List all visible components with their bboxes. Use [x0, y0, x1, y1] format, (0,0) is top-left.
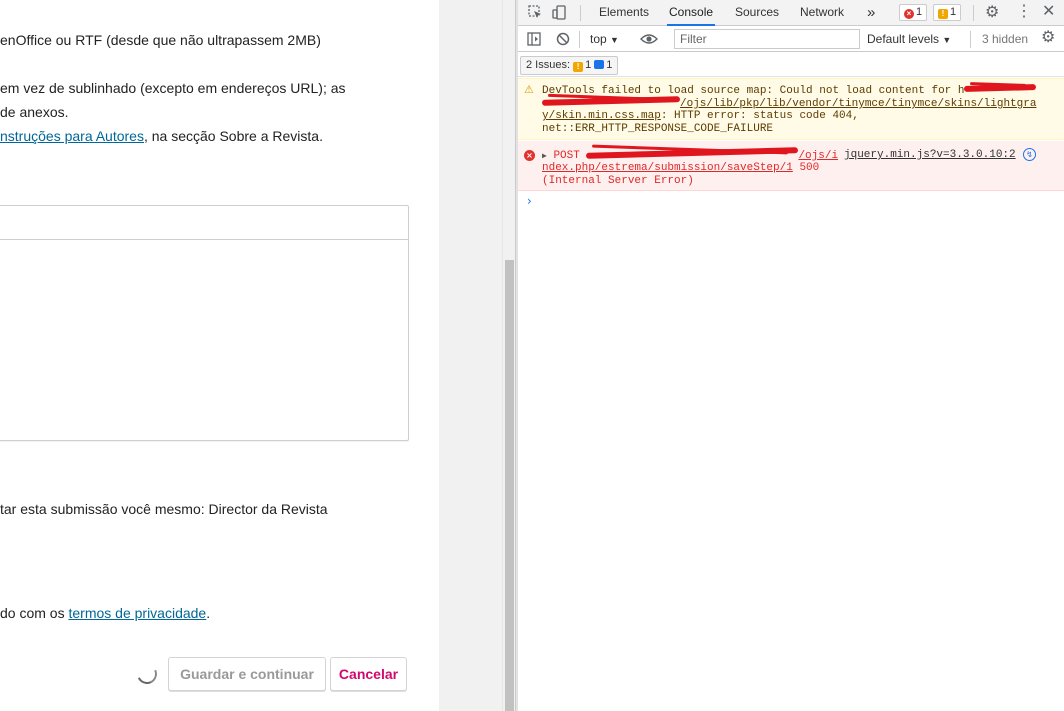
error-icon: ×	[904, 9, 914, 19]
error-line-1: ▶ POST /ojs/i	[542, 149, 838, 163]
privacy-link[interactable]: termos de privacidade	[68, 605, 206, 621]
error-circle-icon: ×	[524, 147, 537, 161]
console-toolbar: top ▼ Default levels ▼ 3 hidden ⚙	[518, 27, 1064, 52]
comments-editor[interactable]	[0, 205, 409, 441]
redaction-scribble	[964, 84, 1036, 93]
warning-url-text[interactable]: /ojs/lib/pkp/lib/vendor/tinymce/tinymce/…	[680, 98, 1036, 110]
warning-triangle-icon: ⚠	[524, 83, 534, 96]
loading-spinner-icon	[134, 661, 160, 687]
log-levels-dropdown[interactable]: Default levels ▼	[867, 32, 951, 46]
dropdown-arrow-icon: ▼	[610, 35, 619, 45]
error-count: 1	[916, 6, 923, 18]
redaction-scribble	[586, 149, 798, 158]
submission-page: enOffice ou RTF (desde que não ultrapass…	[0, 0, 439, 711]
dropdown-arrow-icon: ▼	[942, 35, 952, 45]
submit-self-text: tar esta submissão você mesmo: Director …	[0, 501, 328, 517]
page-gutter	[439, 0, 502, 711]
console-settings-gear-icon[interactable]: ⚙	[1041, 30, 1055, 46]
tab-network[interactable]: Network	[798, 0, 846, 26]
info-icon	[594, 60, 605, 69]
issues-warning-count: 1	[585, 59, 592, 71]
devtools-tabbar: Elements Console Sources Network » × 1 ! 1…	[518, 0, 1064, 26]
context-value: top	[590, 32, 607, 46]
warning-line-3: y/skin.min.css.map: HTTP error: status c…	[542, 110, 859, 123]
warning-icon: !	[573, 62, 584, 72]
hidden-count: 3 hidden	[982, 32, 1029, 46]
privacy-after-text: .	[206, 605, 211, 621]
tabbar-separator	[973, 5, 974, 21]
warning-count: 1	[950, 6, 957, 18]
error-line-3: (Internal Server Error)	[542, 175, 694, 187]
issues-button[interactable]: 2 Issues: ! 1 1	[520, 56, 619, 75]
devtools-panel: Elements Console Sources Network » × 1 ! 1…	[518, 0, 1064, 711]
error-line-2: ndex.php/estrema/submission/saveStep/1 5…	[542, 162, 819, 175]
close-icon[interactable]: ✕	[1042, 4, 1055, 20]
clear-console-icon[interactable]	[556, 32, 570, 48]
live-expression-eye-icon[interactable]	[640, 32, 658, 48]
gear-icon[interactable]: ⚙	[985, 5, 999, 21]
warning-url-end[interactable]: y/skin.min.css.map	[542, 110, 661, 122]
console-prompt-chevron-icon[interactable]: ›	[527, 194, 532, 208]
context-selector[interactable]: top ▼	[590, 32, 619, 46]
save-continue-button[interactable]: Guardar e continuar	[168, 657, 326, 691]
tabbar-separator	[580, 5, 581, 21]
privacy-before-text: do com os	[0, 605, 69, 621]
attachments-text: de anexos.	[0, 104, 69, 120]
console-error-message: × ▶ POST /ojs/i jquery.min.js?v=3.3.0.10…	[518, 141, 1064, 191]
error-status-code: 500	[792, 162, 820, 174]
formatting-text: em vez de sublinhado (excepto em endereç…	[0, 80, 346, 96]
instructions-link[interactable]: nstruções para Autores	[0, 128, 144, 144]
issues-label: 2 Issues:	[526, 59, 571, 71]
issues-info-count: 1	[606, 59, 613, 71]
more-tabs-icon[interactable]: »	[865, 0, 877, 26]
editor-toolbar	[0, 206, 408, 240]
error-method: POST	[553, 150, 580, 162]
sidebar-toggle-icon[interactable]	[527, 32, 541, 48]
toolbar-separator	[579, 31, 580, 48]
instructions-after-text: , na secção Sobre a Revista.	[143, 128, 323, 144]
error-count-badge[interactable]: × 1	[899, 4, 928, 21]
toolbar-separator	[970, 31, 971, 48]
tab-console[interactable]: Console	[667, 0, 716, 26]
warning-count-badge[interactable]: ! 1	[933, 4, 962, 21]
warning-line-4: net::ERR_HTTP_RESPONSE_CODE_FAILURE	[542, 123, 774, 135]
error-source-link[interactable]: jquery.min.js?v=3.3.0.10:2	[844, 149, 1016, 162]
inspect-element-icon[interactable]	[528, 5, 543, 22]
device-toolbar-icon[interactable]	[552, 5, 567, 22]
cancel-button[interactable]: Cancelar	[330, 657, 407, 691]
warning-line-2: /ojs/lib/pkp/lib/vendor/tinymce/tinymce/…	[542, 97, 1036, 111]
redaction-scribble	[542, 97, 680, 106]
network-request-icon[interactable]: ↯	[1023, 148, 1036, 161]
error-url-text[interactable]: /ojs/i	[798, 150, 838, 162]
warning-icon: !	[938, 9, 948, 19]
privacy-line: do com os termos de privacidade.	[0, 605, 210, 621]
instructions-line: nstruções para Autores, na secção Sobre …	[0, 128, 323, 144]
page-scrollbar[interactable]	[502, 0, 515, 711]
file-format-text: enOffice ou RTF (desde que não ultrapass…	[0, 32, 321, 48]
expand-arrow-icon[interactable]: ▶	[542, 152, 547, 161]
error-url-end[interactable]: ndex.php/estrema/submission/saveStep/1	[542, 162, 793, 174]
scrollbar-thumb[interactable]	[505, 260, 514, 711]
console-warning-message: ⚠ DevTools failed to load source map: Co…	[518, 78, 1064, 140]
issues-bar: 2 Issues: ! 1 1	[518, 53, 1064, 77]
filter-input[interactable]	[674, 29, 860, 49]
tab-elements[interactable]: Elements	[597, 0, 651, 26]
log-levels-value: Default levels	[867, 32, 940, 46]
kebab-menu-icon[interactable]: ⋮	[1016, 4, 1032, 20]
warning-status-text: : HTTP error: status code 404,	[660, 110, 859, 122]
tab-sources[interactable]: Sources	[733, 0, 781, 26]
